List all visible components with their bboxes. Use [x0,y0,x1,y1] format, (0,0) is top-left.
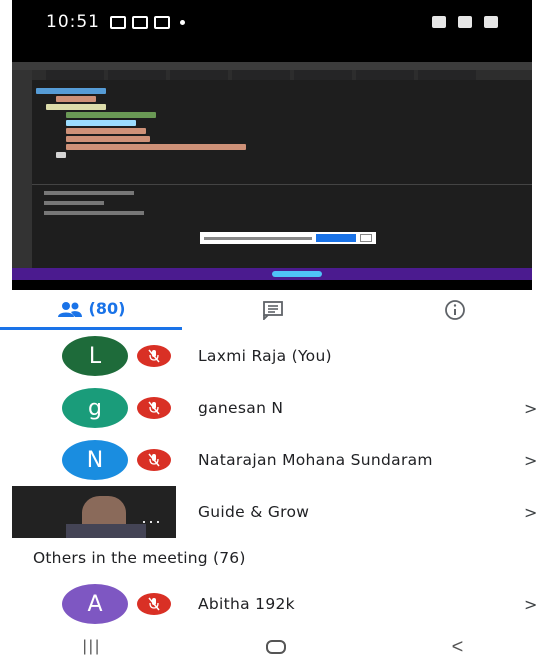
tab-chat[interactable] [182,290,364,330]
shared-tab [294,70,352,80]
hide-button [360,234,372,242]
shared-activity-bar [12,70,32,280]
recents-icon[interactable]: ||| [83,638,101,656]
android-nav-bar: ||| < [0,634,546,660]
shared-tab [418,70,476,80]
avatar: N [62,440,128,480]
screen-share-banner [200,232,376,244]
participant-row[interactable]: A Abitha 192k > [0,578,546,630]
back-icon[interactable]: < [452,636,464,659]
participant-row[interactable]: g ganesan N > [0,382,546,434]
screen-record-icon [110,15,126,29]
participant-row[interactable]: N Natarajan Mohana Sundaram > [0,434,546,486]
mic-off-icon [137,593,171,615]
code-line [66,136,150,142]
participant-name: Natarajan Mohana Sundaram [198,451,433,469]
shared-tab [356,70,414,80]
chevron-right-icon[interactable]: > [524,399,537,418]
mic-off-icon [137,449,171,471]
code-line [56,96,96,102]
gallery-icon [132,15,148,29]
chevron-right-icon[interactable]: > [524,595,537,614]
shared-tab [46,70,104,80]
code-line [66,144,246,150]
stop-sharing-button [316,234,356,242]
participant-row[interactable]: ··· Guide & Grow > [0,486,546,538]
battery-icon [484,16,498,28]
shared-taskbar [12,268,532,280]
status-time: 10:51 [46,12,100,32]
wifi-icon [432,16,446,28]
notification-dot-icon [180,19,185,25]
avatar: A [62,584,128,624]
signal-icon [458,16,472,28]
participant-name: Guide & Grow [198,503,310,521]
participant-name: Abitha 192k [198,595,295,613]
code-line [66,112,156,118]
mic-off-icon [137,345,171,367]
shared-editor-tabs [12,70,532,80]
shared-titlebar [12,62,532,70]
shared-screen-content [12,62,532,280]
message-icon [154,15,170,29]
code-line [36,88,106,94]
taskbar-highlight [272,271,322,277]
terminal-line [44,211,144,215]
banner-text [204,236,312,240]
info-icon [445,300,465,320]
code-line [66,120,136,126]
participant-name: ganesan N [198,399,284,417]
shared-tab [232,70,290,80]
participant-name: Laxmi Raja (You) [198,347,332,365]
code-line [46,104,106,110]
more-options-icon[interactable]: ··· [141,511,162,532]
tab-people[interactable]: (80) [0,290,182,330]
video-body [66,524,146,538]
others-section-title: Others in the meeting (76) [33,549,246,567]
status-right-icons [432,16,498,28]
tab-info[interactable] [364,290,546,330]
shared-tab [170,70,228,80]
status-left-icons [110,15,185,29]
chevron-right-icon[interactable]: > [524,451,537,470]
code-line [66,128,146,134]
avatar: g [62,388,128,428]
people-icon [57,301,82,317]
terminal-line [44,201,104,205]
participant-row[interactable]: L Laxmi Raja (You) [0,330,546,382]
participant-video-tile[interactable]: ··· [12,486,176,538]
chat-icon [263,301,283,320]
shared-terminal [32,184,532,268]
home-icon[interactable] [266,640,287,654]
status-bar: 10:51 [12,0,532,44]
participants-list: L Laxmi Raja (You) g ganesan N > N Natar… [0,330,546,630]
chevron-right-icon[interactable]: > [524,503,537,522]
people-count: (80) [88,299,126,318]
terminal-line [44,191,134,195]
avatar: L [62,336,128,376]
shared-code-area [36,86,516,160]
shared-tab [108,70,166,80]
code-line [56,152,66,158]
meeting-tab-bar: (80) [0,290,546,330]
mic-off-icon [137,397,171,419]
shared-screen[interactable] [12,44,532,290]
